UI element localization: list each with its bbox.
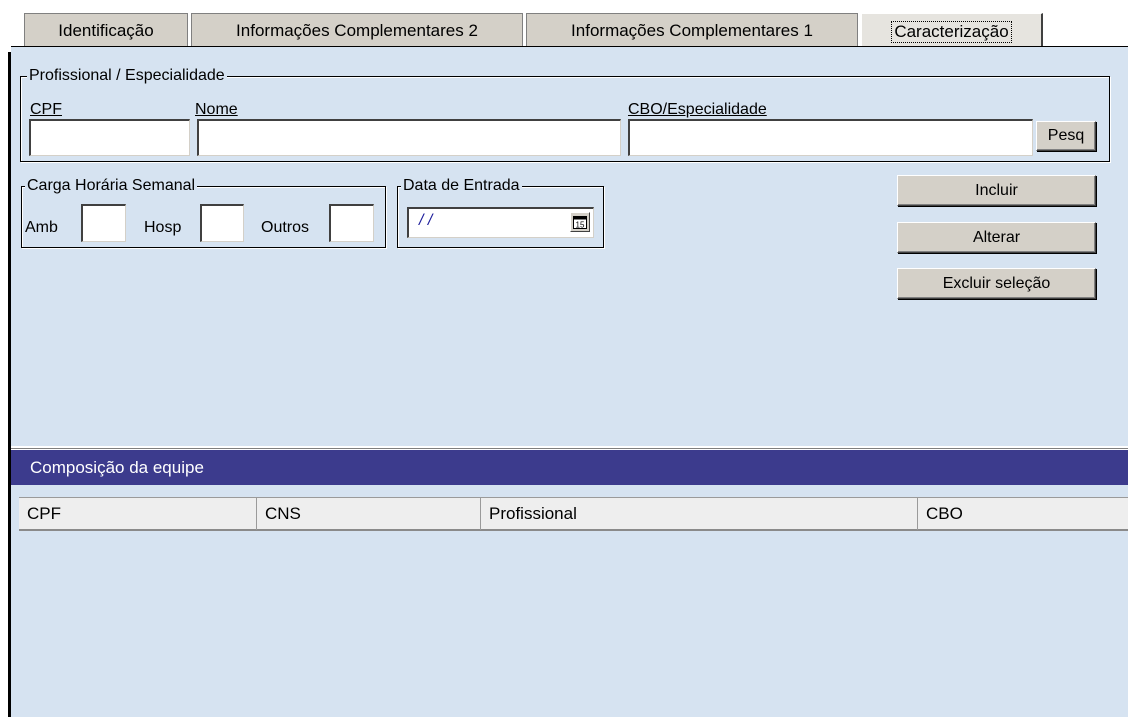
column-header-cpf[interactable]: CPF (19, 498, 257, 530)
tab-caracterizacao[interactable]: Caracterização (861, 13, 1043, 47)
profissional-legend: Profissional / Especialidade (27, 66, 227, 86)
tab-informacoes-complementares-2-label: Informações Complementares 2 (236, 21, 478, 40)
hosp-label: Hosp (144, 219, 182, 236)
form-panel: Profissional / Especialidade CPF Nome CB… (11, 46, 1128, 446)
cbo-input[interactable] (628, 119, 1033, 156)
nome-label: Nome (195, 101, 238, 118)
tab-identificacao[interactable]: Identificação (24, 13, 188, 46)
column-header-cns[interactable]: CNS (257, 498, 481, 530)
data-entrada-legend: Data de Entrada (401, 176, 522, 196)
tab-informacoes-complementares-1[interactable]: Informações Complementares 1 (526, 13, 858, 46)
data-entrada-picker[interactable]: / / 15 (407, 207, 594, 238)
excluir-selecao-button[interactable]: Excluir seleção (897, 268, 1096, 299)
outros-input[interactable] (329, 204, 374, 242)
incluir-button[interactable]: Incluir (897, 175, 1096, 206)
team-grid-header: CPF CNS Profissional CBO (19, 497, 1128, 531)
amb-label: Amb (25, 219, 58, 236)
cpf-input[interactable] (29, 119, 190, 156)
team-header: Composição da equipe (11, 450, 1128, 485)
alterar-button[interactable]: Alterar (897, 222, 1096, 253)
pesq-button[interactable]: Pesq (1036, 121, 1096, 151)
amb-input[interactable] (81, 204, 126, 242)
calendar-icon[interactable]: 15 (570, 212, 590, 232)
carga-legend: Carga Horária Semanal (25, 176, 198, 196)
tab-informacoes-complementares-1-label: Informações Complementares 1 (571, 21, 813, 40)
column-header-profissional[interactable]: Profissional (481, 498, 918, 530)
column-header-cbo[interactable]: CBO (918, 498, 1128, 530)
hosp-input[interactable] (200, 204, 244, 242)
panel-splitter[interactable] (11, 446, 1128, 449)
tab-caracterizacao-label: Caracterização (891, 20, 1012, 43)
nome-input[interactable] (197, 119, 621, 156)
data-entrada-value: / / (419, 212, 433, 229)
tab-identificacao-label: Identificação (58, 21, 154, 40)
tab-informacoes-complementares-2[interactable]: Informações Complementares 2 (191, 13, 523, 46)
tab-strip: Identificação Informações Complementares… (0, 0, 1128, 52)
team-title: Composição da equipe (30, 457, 204, 477)
cbo-label: CBO/Especialidade (628, 101, 767, 118)
cpf-label: CPF (30, 101, 62, 118)
outros-label: Outros (261, 219, 310, 236)
calendar-day: 15 (576, 220, 585, 229)
